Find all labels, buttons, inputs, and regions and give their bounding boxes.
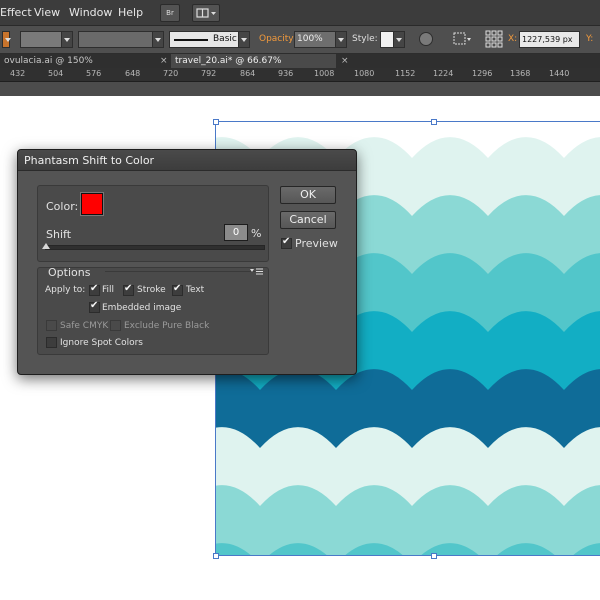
ignore-spot-colors-checkbox[interactable] [46,337,57,348]
align-to-selection-icon[interactable] [452,30,472,48]
embedded-image-checkbox[interactable] [89,300,100,313]
preview-label: Preview [295,237,338,250]
shift-slider-track[interactable] [45,245,265,250]
shift-label: Shift [46,228,72,241]
transform-reference-point-icon[interactable] [484,29,504,49]
arrange-documents-button[interactable] [192,4,220,22]
text-checkbox[interactable] [172,283,183,296]
shift-unit-label: % [251,227,262,240]
selection-handle[interactable] [213,119,219,125]
tab-travel[interactable]: travel_20.ai* @ 66.67% (RGB/Preview) [171,54,336,80]
safe-cmyk-checkbox[interactable] [46,320,57,331]
ruler-tick-label: 1440 [549,69,570,78]
color-swatch[interactable] [81,193,103,215]
ruler-tick-label: 792 [201,69,217,78]
menu-view[interactable]: View [34,6,60,19]
ruler-tick-label: 720 [163,69,179,78]
tab-close-icon[interactable]: × [341,54,349,68]
text-label: Text [186,285,205,295]
opacity-field[interactable]: 100% [294,31,336,48]
menu-bar: Effect View Window Help Br [0,0,600,26]
menu-window[interactable]: Window [69,6,112,19]
ruler-tick-label: 576 [86,69,102,78]
options-divider [105,271,255,272]
brush-definition-dropdown[interactable] [238,31,250,48]
ruler-tick-label: 1152 [395,69,416,78]
variable-width-field[interactable] [78,31,153,48]
ruler-tick-label: 1008 [314,69,335,78]
ruler-tick-label: 504 [48,69,64,78]
graphic-style-dropdown[interactable] [393,31,405,48]
exclude-pure-black-label: Exclude Pure Black [124,321,210,331]
fill-color-dropdown[interactable] [2,31,11,48]
variable-width-dropdown[interactable] [152,31,164,48]
phantasm-shift-to-color-dialog: Phantasm Shift to Color Color: Shift 0 %… [17,149,357,375]
arrange-documents-icon [196,8,216,18]
ruler-tick-label: 648 [125,69,141,78]
x-coordinate-field[interactable]: 1227,539 px [519,31,580,48]
opacity-dropdown[interactable] [335,31,347,48]
tab-ovulacia[interactable]: ovulacia.ai @ 150% (CMYK/Preview) [0,54,160,80]
ruler-tick-label: 1224 [433,69,454,78]
menu-help[interactable]: Help [118,6,143,19]
dialog-title-bar[interactable]: Phantasm Shift to Color [18,150,356,171]
selection-handle[interactable] [213,553,219,559]
menu-effect[interactable]: Effect [0,6,32,19]
ruler-tick-label: 1080 [354,69,375,78]
options-label: Options [48,266,91,279]
fill-label: Fill [102,285,115,295]
stroke-weight-field[interactable] [20,31,62,48]
ruler-tick-label: 432 [10,69,26,78]
shift-input[interactable]: 0 [224,224,248,241]
control-bar: Basic Opacity: 100% Style: X: 1227,539 p… [0,26,600,54]
fill-checkbox[interactable] [89,283,100,296]
opacity-label[interactable]: Opacity: [259,34,296,44]
selection-handle[interactable] [431,119,437,125]
horizontal-ruler: 432 504 576 648 720 792 864 936 1008 108… [0,68,600,82]
stroke-weight-dropdown[interactable] [61,31,73,48]
ignore-spot-colors-label: Ignore Spot Colors [60,338,143,348]
exclude-pure-black-checkbox[interactable] [110,320,121,331]
preview-checkbox[interactable] [281,236,292,249]
ok-button[interactable]: OK [280,186,336,204]
brush-definition-label: Basic [213,34,237,44]
stroke-preview-line [174,39,208,41]
x-coordinate-label[interactable]: X: [508,34,517,44]
canvas-top-strip [0,82,600,96]
shift-slider-thumb[interactable] [42,243,50,249]
ruler-tick-label: 1296 [472,69,493,78]
document-tab-bar: ovulacia.ai @ 150% (CMYK/Preview) × trav… [0,54,600,80]
cancel-button[interactable]: Cancel [280,211,336,229]
stroke-label: Stroke [137,285,166,295]
brush-definition-field[interactable]: Basic [169,31,239,48]
ruler-tick-label: 936 [278,69,294,78]
dialog-title: Phantasm Shift to Color [24,154,155,167]
graphic-style-swatch[interactable] [380,31,394,48]
apply-to-label: Apply to: [45,285,86,295]
ruler-tick-label: 1368 [510,69,531,78]
style-label: Style: [352,34,378,44]
embedded-image-label: Embedded image [102,303,182,313]
panel-menu-icon[interactable] [250,268,264,276]
y-coordinate-label[interactable]: Y: [586,34,593,44]
color-label: Color: [46,200,79,213]
selection-handle[interactable] [431,553,437,559]
ruler-tick-label: 864 [240,69,256,78]
stroke-checkbox[interactable] [123,283,134,296]
bridge-button[interactable]: Br [160,4,180,22]
tab-close-icon[interactable]: × [160,54,168,68]
recolor-artwork-icon[interactable] [419,32,433,46]
safe-cmyk-label: Safe CMYK [60,321,109,331]
